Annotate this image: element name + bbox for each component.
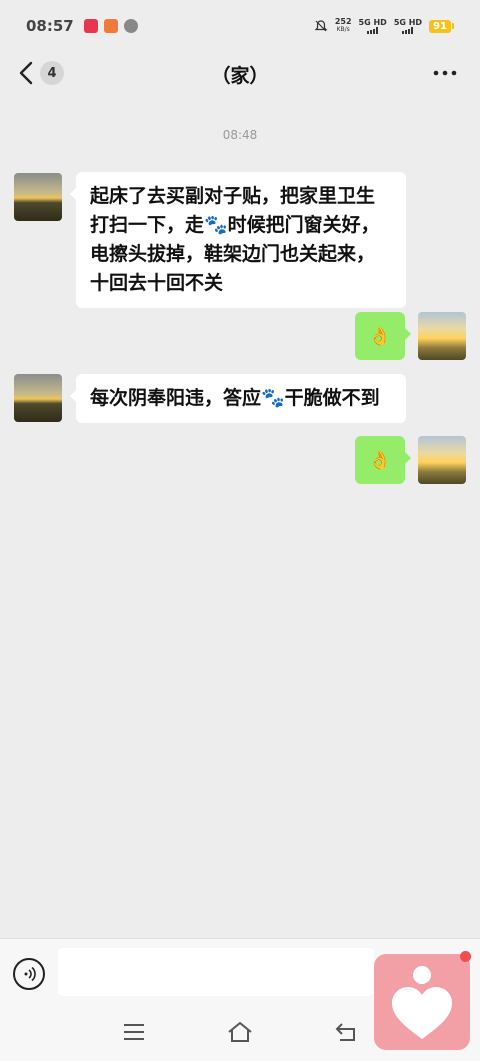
signal-2-label: 5G HD xyxy=(393,17,423,27)
network-speed: 252 KB/s xyxy=(335,18,352,34)
voice-icon xyxy=(24,966,36,982)
my-avatar[interactable] xyxy=(418,436,466,484)
heart-icon xyxy=(392,966,452,1039)
mute-icon xyxy=(314,20,328,32)
signal-1: 5G HD xyxy=(358,17,387,34)
more-icon xyxy=(433,70,457,76)
contact-avatar[interactable] xyxy=(14,374,62,422)
signal-2: 5G HD xyxy=(393,17,423,34)
status-bar: 08:57 252 KB/s 5G HD 5G HD 91 xyxy=(0,0,480,52)
message-bubble-sent[interactable]: 👌 xyxy=(355,312,411,360)
message-bubble-received[interactable]: 每次阴奉阳违，答应🐾干脆做不到 xyxy=(70,374,406,423)
battery-tip xyxy=(452,23,454,29)
message-bubble-sent[interactable]: 👌 xyxy=(355,436,411,484)
message-bubble-received[interactable]: 起床了去买副对子贴，把家里卫生打扫一下，走🐾时候把门窗关好，电擦头拔掉，鞋架边门… xyxy=(70,172,406,308)
menu-icon xyxy=(124,1024,144,1040)
app-notification-icon xyxy=(83,19,98,33)
signal-bars-icon xyxy=(367,26,379,34)
message-input[interactable] xyxy=(58,948,374,996)
floating-widget[interactable] xyxy=(374,954,470,1050)
app-notification-icon xyxy=(103,19,118,33)
more-button[interactable] xyxy=(432,60,458,92)
app-notification-icon xyxy=(123,19,138,33)
home-icon xyxy=(228,1022,252,1042)
notification-dot xyxy=(460,951,471,962)
contact-avatar[interactable] xyxy=(14,173,62,221)
chat-header: 4 （家） xyxy=(0,52,480,100)
signal-bars-icon xyxy=(402,26,414,34)
battery-level: 91 xyxy=(429,19,451,33)
battery-icon: 91 xyxy=(429,19,454,33)
my-avatar[interactable] xyxy=(418,312,466,360)
status-time: 08:57 xyxy=(26,17,74,35)
menu-button[interactable] xyxy=(121,1020,147,1044)
net-speed-unit: KB/s xyxy=(336,26,350,33)
chat-title: （家） xyxy=(211,65,269,87)
signal-1-label: 5G HD xyxy=(358,17,387,27)
voice-button[interactable] xyxy=(13,958,45,990)
status-indicators: 252 KB/s 5G HD 5G HD 91 xyxy=(314,18,454,34)
back-nav-button[interactable] xyxy=(334,1020,360,1044)
back-nav-icon xyxy=(335,1023,355,1041)
message-timestamp: 08:48 xyxy=(222,128,258,142)
status-app-icons xyxy=(83,19,138,33)
home-button[interactable] xyxy=(226,1020,252,1044)
net-speed-value: 252 xyxy=(334,17,352,26)
